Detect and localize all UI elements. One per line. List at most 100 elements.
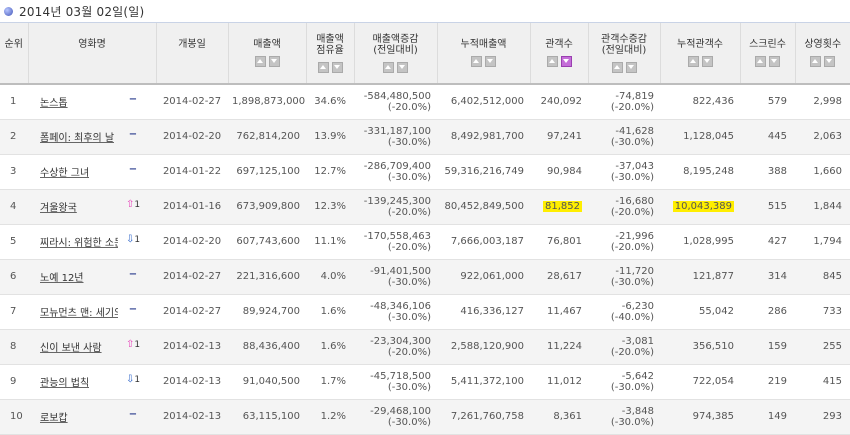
movie-title-link[interactable]: 신이 보낸 사람 bbox=[40, 339, 102, 354]
movie-title-link[interactable]: 찌라시: 위험한 소문 bbox=[40, 234, 118, 249]
movie-title-link[interactable]: 수상한 그녀 bbox=[40, 164, 89, 179]
aud-pct: (-40.0%) bbox=[610, 311, 654, 323]
sort-desc-button[interactable] bbox=[268, 56, 280, 67]
aud-diff: -74,819 bbox=[615, 90, 654, 102]
table-row: 9 관능의 법칙 ⇩1 2014-02-13 91,040,500 1.7% -45,718… bbox=[0, 364, 850, 400]
rank-change-same-icon: − bbox=[128, 164, 138, 175]
cum-audience-cell: 121,877 bbox=[660, 259, 740, 295]
title-cell: 로보캅 − bbox=[28, 399, 156, 435]
sales-cell: 1,898,873,000 bbox=[228, 84, 306, 120]
screens-cell: 219 bbox=[740, 364, 795, 400]
open-date-cell: 2014-02-27 bbox=[156, 84, 228, 120]
sales-change-cell: -584,480,500 (-20.0%) bbox=[354, 84, 437, 120]
audience-cell: 8,361 bbox=[530, 399, 588, 435]
shows-cell: 415 bbox=[795, 364, 850, 400]
cum-audience-cell: 1,028,995 bbox=[660, 224, 740, 260]
rank-cell: 8 bbox=[0, 329, 28, 365]
header-cum-sales: 누적매출액 bbox=[437, 23, 531, 85]
sort-asc-button[interactable] bbox=[471, 56, 482, 67]
sort-desc-button[interactable] bbox=[397, 61, 408, 73]
cum-audience-cell: 822,436 bbox=[660, 84, 740, 120]
screens-cell: 286 bbox=[740, 294, 795, 330]
aud-change-cell: -41,628 (-30.0%) bbox=[588, 119, 660, 155]
cum-audience-cell: 356,510 bbox=[660, 329, 740, 365]
cum-audience-value: 55,042 bbox=[699, 306, 734, 317]
table-row: 2 폼페이: 최후의 날 −2014-02-20 762,814,200 13.9% -3… bbox=[0, 119, 850, 155]
open-date-cell: 2014-02-27 bbox=[156, 259, 228, 295]
title-cell: 폼페이: 최후의 날 − bbox=[28, 119, 156, 155]
cum-audience-cell: 8,195,248 bbox=[660, 154, 740, 190]
audience-value: 8,361 bbox=[553, 411, 582, 422]
audience-value: 81,852 bbox=[543, 201, 582, 212]
sales-pct: (-30.0%) bbox=[387, 311, 431, 323]
movie-title-link[interactable]: 모뉴먼츠 맨: 세기의 작전 bbox=[40, 304, 118, 319]
sort-desc-button[interactable] bbox=[625, 61, 637, 73]
cum-audience-value: 974,385 bbox=[692, 411, 734, 422]
movie-title-link[interactable]: 노예 12년 bbox=[40, 269, 84, 284]
sales-cell: 89,924,700 bbox=[228, 294, 306, 330]
cum-audience-value: 10,043,389 bbox=[672, 201, 734, 212]
sales-change-cell: -48,346,106 (-30.0%) bbox=[354, 294, 437, 330]
rank-cell: 7 bbox=[0, 294, 28, 330]
movie-title-link[interactable]: 폼페이: 최후의 날 bbox=[40, 129, 114, 144]
screens-cell: 388 bbox=[740, 154, 795, 190]
rank-change-same-icon: − bbox=[128, 409, 138, 420]
rank-cell: 1 bbox=[0, 84, 28, 120]
report-title-bar: 2014년 03월 02일(일) bbox=[0, 0, 850, 23]
sort-asc-button[interactable] bbox=[254, 56, 266, 67]
sales-cell: 221,316,600 bbox=[228, 259, 306, 295]
sort-asc-button[interactable] bbox=[755, 56, 766, 67]
aud-diff: -5,642 bbox=[621, 370, 654, 382]
table-row: 7모뉴먼츠 맨: 세기의 작전−2014-02-2789,924,7001.6%… bbox=[0, 294, 850, 330]
cum-sales-cell: 7,261,760,758 bbox=[437, 399, 530, 435]
sort-asc-button[interactable] bbox=[687, 56, 699, 67]
cum-audience-value: 1,028,995 bbox=[683, 236, 734, 247]
table-header-row: 순위 영화명 개봉일 매출액 매출액 점유율 매출액증감 (전일대비) 누적매출… bbox=[0, 23, 850, 85]
cum-sales-cell: 7,666,003,187 bbox=[437, 224, 530, 260]
title-cell: 노예 12년 − bbox=[28, 259, 156, 295]
audience-cell: 97,241 bbox=[530, 119, 588, 155]
audience-cell: 28,617 bbox=[530, 259, 588, 295]
sort-desc-button[interactable] bbox=[331, 61, 343, 73]
share-cell: 13.9% bbox=[306, 119, 354, 155]
sort-desc-button[interactable] bbox=[769, 56, 780, 67]
sort-asc-button[interactable] bbox=[383, 61, 394, 73]
shows-cell: 1,844 bbox=[795, 189, 850, 225]
sort-desc-button[interactable] bbox=[485, 56, 496, 67]
sales-pct: (-20.0%) bbox=[387, 101, 431, 113]
sales-diff: -45,718,500 bbox=[370, 370, 431, 382]
shows-cell: 733 bbox=[795, 294, 850, 330]
sales-change-cell: -170,558,463 (-20.0%) bbox=[354, 224, 437, 260]
audience-value: 11,224 bbox=[547, 341, 582, 352]
share-cell: 12.7% bbox=[306, 154, 354, 190]
rank-value: 7 bbox=[10, 306, 17, 317]
rank-value: 2 bbox=[10, 131, 17, 142]
header-sales-change: 매출액증감 (전일대비) bbox=[354, 23, 438, 85]
sales-change-cell: -286,709,400 (-30.0%) bbox=[354, 154, 437, 190]
movie-title-link[interactable]: 논스톱 bbox=[40, 94, 68, 109]
sort-asc-button[interactable] bbox=[317, 61, 329, 73]
cum-sales-cell: 922,061,000 bbox=[437, 259, 530, 295]
rank-cell: 2 bbox=[0, 119, 28, 155]
title-cell: 논스톱 − bbox=[28, 84, 156, 120]
movie-title-link[interactable]: 겨울왕국 bbox=[40, 199, 77, 214]
sort-desc-button[interactable] bbox=[701, 56, 713, 67]
movie-title-link[interactable]: 로보캅 bbox=[40, 409, 68, 424]
report-date: 2014년 03월 02일(일) bbox=[19, 4, 145, 19]
aud-diff: -21,996 bbox=[615, 230, 654, 242]
sort-asc-button[interactable] bbox=[546, 56, 558, 67]
sort-asc-button[interactable] bbox=[611, 61, 623, 73]
sales-diff: -331,187,100 bbox=[363, 125, 431, 137]
shows-cell: 2,063 bbox=[795, 119, 850, 155]
movie-title-link[interactable]: 관능의 법칙 bbox=[40, 374, 89, 389]
audience-value: 97,241 bbox=[547, 131, 582, 142]
aud-diff: -3,848 bbox=[621, 405, 654, 417]
sort-desc-button-active[interactable] bbox=[560, 56, 572, 67]
audience-cell: 11,467 bbox=[530, 294, 588, 330]
cum-audience-cell: 10,043,389 bbox=[660, 189, 740, 225]
shows-cell: 1,660 bbox=[795, 154, 850, 190]
sort-desc-button[interactable] bbox=[824, 56, 836, 67]
sales-change-cell: -331,187,100 (-30.0%) bbox=[354, 119, 437, 155]
rank-change-same-icon: − bbox=[128, 269, 138, 280]
sort-asc-button[interactable] bbox=[810, 56, 822, 67]
